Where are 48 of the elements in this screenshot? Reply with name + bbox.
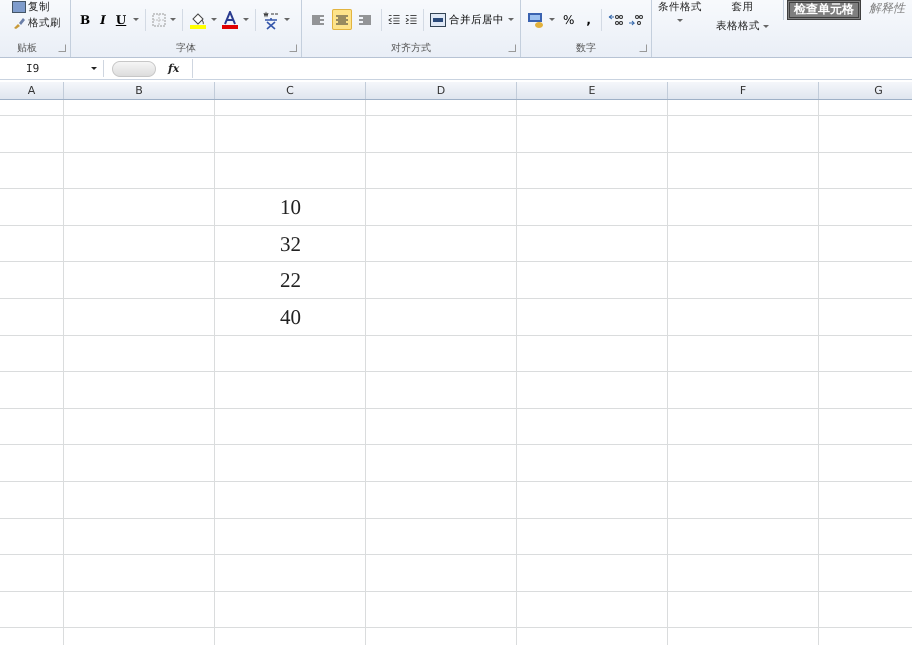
cell-value: 22 (280, 268, 301, 294)
comma-button[interactable]: , (582, 12, 595, 26)
align-center-icon (334, 14, 349, 26)
copy-icon[interactable] (12, 0, 26, 12)
cell-style-option[interactable]: 解释性 (865, 0, 909, 16)
cell-value: 32 (280, 232, 301, 257)
group-label: 贴板 (17, 42, 37, 55)
font-color-icon[interactable] (221, 10, 240, 28)
caret-icon[interactable] (91, 67, 97, 70)
percent-button[interactable]: % (559, 12, 578, 26)
format-as-table-button[interactable]: 表格格式 (716, 19, 760, 33)
column-header[interactable]: D (366, 82, 517, 99)
column-header[interactable]: F (668, 82, 819, 99)
accounting-format-icon[interactable] (527, 10, 545, 28)
align-right-icon (358, 14, 372, 26)
format-button[interactable]: U (112, 12, 130, 26)
decrease-decimal-icon[interactable] (628, 12, 644, 26)
format-button[interactable]: B (77, 12, 94, 26)
format-as-table-button[interactable]: 套用 (732, 0, 754, 14)
merge-cells-icon (430, 12, 446, 26)
group-label: 对齐方式 (391, 42, 431, 55)
merge-center-button[interactable]: 合并后居中 (430, 12, 504, 26)
group-label: 字体 (176, 42, 196, 55)
cell-value: 40 (280, 304, 301, 330)
format-painter-button[interactable]: 格式刷 (28, 16, 61, 30)
phonetic-guide-icon[interactable] (262, 10, 280, 30)
paintbrush-icon (12, 16, 26, 30)
name-box[interactable]: I9 (0, 60, 104, 77)
cell-style-option[interactable]: 检查单元格 (787, 0, 861, 20)
copy-button[interactable]: 复制 (28, 0, 50, 14)
column-header[interactable]: E (517, 82, 668, 99)
increase-decimal-icon[interactable] (608, 12, 624, 26)
column-header[interactable]: B (64, 82, 215, 99)
format-button[interactable]: I (97, 12, 109, 26)
align-left-icon (310, 14, 325, 26)
borders-icon[interactable] (152, 12, 166, 26)
column-header[interactable]: A (0, 82, 64, 99)
column-header[interactable]: C (215, 82, 366, 99)
cell-value: 10 (280, 194, 301, 220)
fill-color-icon[interactable] (189, 10, 208, 28)
align-button[interactable] (332, 9, 352, 30)
insert-function-button[interactable]: fx (168, 62, 186, 75)
conditional-formatting-button[interactable]: 条件格式 (658, 0, 702, 14)
increase-indent-icon[interactable] (404, 12, 418, 26)
column-header[interactable]: G (819, 82, 912, 99)
group-label: 数字 (576, 42, 596, 55)
decrease-indent-icon[interactable] (388, 12, 401, 26)
resize-handle-icon[interactable] (112, 60, 156, 76)
